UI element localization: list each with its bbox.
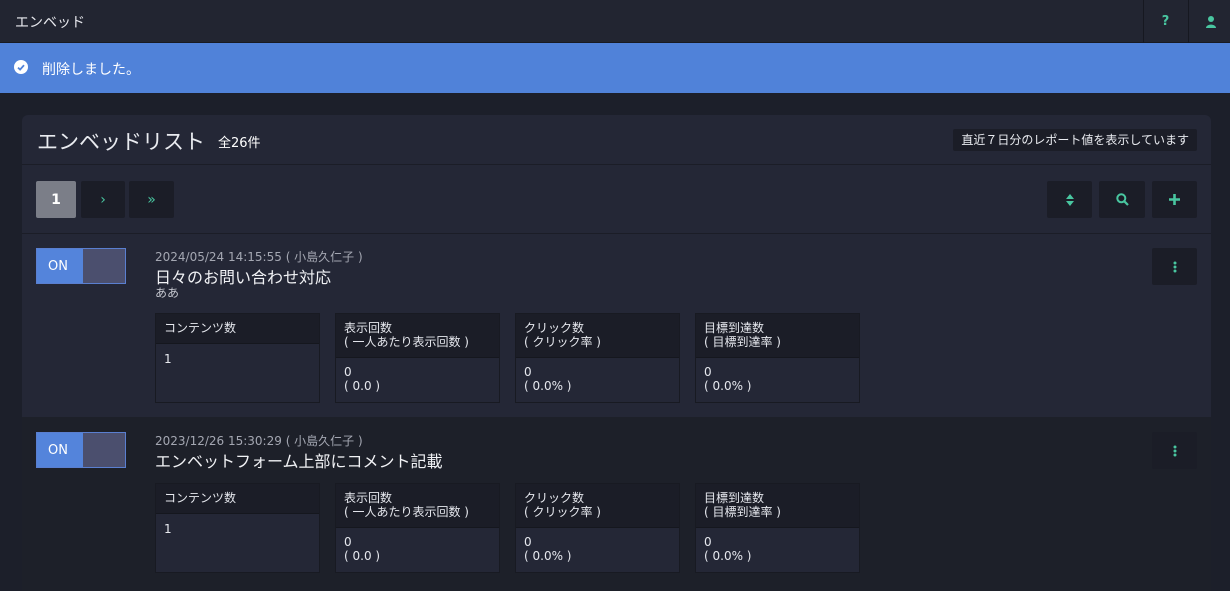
plus-icon [1169,194,1180,205]
stat-goals-sublabel: ( 目標到達率 ) [704,335,781,349]
stat-impressions-sublabel: ( 一人あたり表示回数 ) [344,505,469,519]
alert-message: 削除しました。 [42,62,140,78]
row-menu-button[interactable] [1152,432,1197,469]
stat-clicks-value: 0 [524,535,532,549]
panel-title: エンベッドリスト [37,130,205,154]
add-embed-button[interactable] [1152,181,1197,218]
embed-name[interactable]: 日々のお問い合わせ対応 [155,264,331,288]
next-page-button[interactable]: › [81,181,125,218]
stat-goals-value: 0 [704,535,712,549]
toggle-knob [83,433,125,467]
status-toggle[interactable]: ON [36,248,126,284]
embed-row: ON 2024/05/24 14:15:55 ( 小島久仁子 ) 日々のお問い合… [22,235,1211,417]
app-title: エンベッド [15,15,85,31]
stat-clicks-subvalue: ( 0.0% ) [524,549,572,563]
stat-contents: コンテンツ数 1 [155,313,320,403]
stat-goals-label: 目標到達数 [704,321,765,335]
stat-clicks-subvalue: ( 0.0% ) [524,379,572,393]
toggle-knob [83,249,125,283]
page-1-button[interactable]: 1 [36,181,76,218]
vertical-ellipsis-icon [1173,261,1176,272]
embed-list-panel: エンベッドリスト 全26件 直近７日分のレポート値を表示しています 1 › » [22,115,1211,591]
sort-button[interactable] [1047,181,1092,218]
embed-meta: 2023/12/26 15:30:29 ( 小島久仁子 ) [155,434,363,448]
embed-description: ああ [155,286,180,300]
stat-impressions: 表示回数( 一人あたり表示回数 ) 0( 0.0 ) [335,483,500,573]
stat-clicks: クリック数( クリック率 ) 0( 0.0% ) [515,483,680,573]
toggle-on-label: ON [37,433,83,467]
list-toolbar: 1 › » [22,166,1211,234]
embed-name[interactable]: エンベットフォーム上部にコメント記載 [155,448,443,472]
stat-impressions-label: 表示回数 [344,491,393,505]
panel-header: エンベッドリスト 全26件 直近７日分のレポート値を表示しています [22,115,1211,165]
stat-contents-value: 1 [164,352,172,366]
search-icon [1115,193,1129,206]
top-bar: エンベッド ? [0,0,1230,43]
help-button[interactable]: ? [1143,0,1187,43]
sort-icon [1065,193,1074,206]
stat-goals-label: 目標到達数 [704,491,765,505]
stat-impressions-label: 表示回数 [344,321,393,335]
stat-goals: 目標到達数( 目標到達率 ) 0( 0.0% ) [695,313,860,403]
stat-impressions-sublabel: ( 一人あたり表示回数 ) [344,335,469,349]
stat-goals-subvalue: ( 0.0% ) [704,549,752,563]
success-alert: 削除しました。 [0,43,1230,93]
user-button[interactable] [1188,0,1230,43]
stat-clicks-sublabel: ( クリック率 ) [524,505,601,519]
double-chevron-right-icon: » [147,191,156,208]
stat-clicks-label: クリック数 [524,491,585,505]
stat-contents-label: コンテンツ数 [156,484,319,514]
row-menu-button[interactable] [1152,248,1197,285]
embed-meta: 2024/05/24 14:15:55 ( 小島久仁子 ) [155,250,363,264]
stat-clicks-label: クリック数 [524,321,585,335]
stat-impressions-value: 0 [344,535,352,549]
stat-clicks-value: 0 [524,365,532,379]
user-icon [1205,15,1216,28]
stat-goals-value: 0 [704,365,712,379]
check-circle-icon [14,60,28,74]
stat-contents-label: コンテンツ数 [156,314,319,344]
search-button[interactable] [1099,181,1145,218]
vertical-ellipsis-icon [1173,445,1176,456]
last-page-button[interactable]: » [129,181,174,218]
toggle-on-label: ON [37,249,83,283]
help-icon: ? [1161,14,1170,29]
report-period-note: 直近７日分のレポート値を表示しています [953,129,1197,151]
stat-impressions: 表示回数( 一人あたり表示回数 ) 0( 0.0 ) [335,313,500,403]
stat-clicks-sublabel: ( クリック率 ) [524,335,601,349]
stat-impressions-subvalue: ( 0.0 ) [344,379,381,393]
stat-goals: 目標到達数( 目標到達率 ) 0( 0.0% ) [695,483,860,573]
stat-impressions-subvalue: ( 0.0 ) [344,549,381,563]
embed-row: ON 2023/12/26 15:30:29 ( 小島久仁子 ) エンベットフォ… [22,417,1211,591]
stat-goals-subvalue: ( 0.0% ) [704,379,752,393]
stat-impressions-value: 0 [344,365,352,379]
stat-goals-sublabel: ( 目標到達率 ) [704,505,781,519]
stat-contents-value: 1 [164,522,172,536]
total-count: 全26件 [218,136,261,151]
status-toggle[interactable]: ON [36,432,126,468]
chevron-right-icon: › [100,191,106,208]
stat-contents: コンテンツ数 1 [155,483,320,573]
stat-clicks: クリック数( クリック率 ) 0( 0.0% ) [515,313,680,403]
